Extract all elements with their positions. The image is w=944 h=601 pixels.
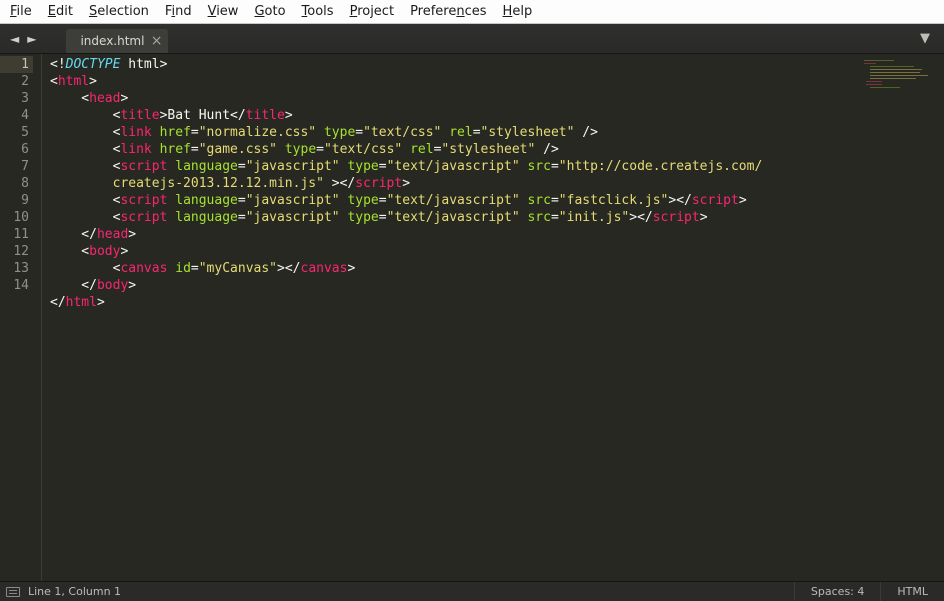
- line-number: 13: [0, 260, 33, 277]
- minimap[interactable]: [858, 58, 938, 90]
- menu-icon[interactable]: [6, 587, 20, 597]
- code-line: <!DOCTYPE html>: [50, 56, 944, 73]
- cursor-position[interactable]: Line 1, Column 1: [28, 582, 121, 601]
- line-number: 5: [0, 124, 33, 141]
- tab-strip: ◄ ► index.html × ▼: [0, 24, 944, 54]
- code-line: <script language="javascript" type="text…: [50, 209, 944, 226]
- code-line: <head>: [50, 90, 944, 107]
- close-icon[interactable]: ×: [151, 29, 163, 53]
- menu-view[interactable]: View: [200, 0, 247, 23]
- code-line: <link href="game.css" type="text/css" re…: [50, 141, 944, 158]
- line-number: 9: [0, 192, 33, 209]
- menu-project[interactable]: Project: [342, 0, 403, 23]
- menu-selection[interactable]: Selection: [81, 0, 157, 23]
- panel-toggle-icon[interactable]: ▼: [906, 24, 944, 53]
- code-line: <html>: [50, 73, 944, 90]
- menu-tools[interactable]: Tools: [294, 0, 342, 23]
- tab-index-html[interactable]: index.html ×: [66, 29, 168, 53]
- code-line: <link href="normalize.css" type="text/cs…: [50, 124, 944, 141]
- menu-preferences[interactable]: Preferences: [402, 0, 494, 23]
- nav-forward-icon[interactable]: ►: [27, 32, 36, 46]
- tab-label: index.html: [80, 34, 144, 48]
- line-number: 14: [0, 277, 33, 294]
- line-number: 3: [0, 90, 33, 107]
- line-number: 2: [0, 73, 33, 90]
- code-line: createjs-2013.12.12.min.js" ></script>: [50, 175, 944, 192]
- line-number: 12: [0, 243, 33, 260]
- menu-help[interactable]: Help: [495, 0, 541, 23]
- code-area[interactable]: <!DOCTYPE html><html> <head> <title>Bat …: [42, 54, 944, 581]
- nav-back-icon[interactable]: ◄: [10, 32, 19, 46]
- status-bar: Line 1, Column 1 Spaces: 4 HTML: [0, 581, 944, 601]
- line-number: 11: [0, 226, 33, 243]
- line-number: 7: [0, 158, 33, 175]
- code-line: <script language="javascript" type="text…: [50, 158, 944, 175]
- line-number: 6: [0, 141, 33, 158]
- code-line: <script language="javascript" type="text…: [50, 192, 944, 209]
- line-number: 10: [0, 209, 33, 226]
- line-number: 8: [0, 175, 33, 192]
- tabs: index.html ×: [66, 24, 168, 53]
- menu-goto[interactable]: Goto: [246, 0, 293, 23]
- code-line: </body>: [50, 277, 944, 294]
- line-gutter: 1234567891011121314: [0, 54, 42, 581]
- syntax-mode[interactable]: HTML: [880, 582, 944, 601]
- code-line: </html>: [50, 294, 944, 311]
- code-line: <canvas id="myCanvas"></canvas>: [50, 260, 944, 277]
- code-line: <title>Bat Hunt</title>: [50, 107, 944, 124]
- code-line: </head>: [50, 226, 944, 243]
- menu-find[interactable]: Find: [157, 0, 200, 23]
- indent-setting[interactable]: Spaces: 4: [794, 582, 880, 601]
- menu-edit[interactable]: Edit: [40, 0, 81, 23]
- menu-file[interactable]: File: [2, 0, 40, 23]
- code-line: <body>: [50, 243, 944, 260]
- code-editor[interactable]: 1234567891011121314 <!DOCTYPE html><html…: [0, 54, 944, 581]
- line-number: 4: [0, 107, 33, 124]
- nav-arrows: ◄ ►: [0, 24, 46, 53]
- menu-bar: FileEditSelectionFindViewGotoToolsProjec…: [0, 0, 944, 24]
- line-number: 1: [0, 56, 33, 73]
